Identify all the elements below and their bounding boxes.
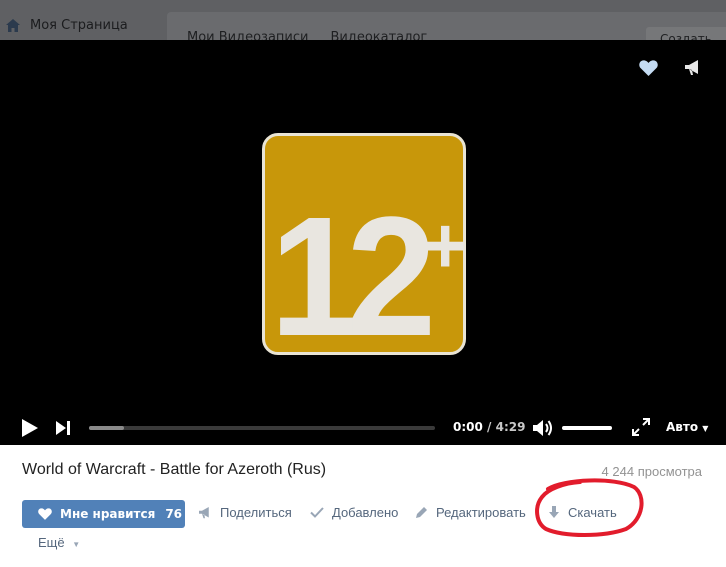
video-title: World of Warcraft - Battle for Azeroth (…: [22, 461, 327, 478]
sidebar-item-label: Моя Страница: [30, 17, 128, 33]
share-label: Поделиться: [220, 505, 292, 520]
like-count: 76: [165, 507, 183, 521]
home-icon: [6, 18, 20, 32]
quality-label: Авто: [666, 420, 699, 434]
added-button[interactable]: Добавлено: [310, 505, 398, 520]
share-button[interactable]: Поделиться: [198, 505, 292, 520]
age-rating-plus: +: [422, 201, 468, 290]
checkmark-icon: [310, 507, 324, 518]
quality-selector[interactable]: Авто ▼: [666, 420, 708, 434]
like-label: Мне нравится: [60, 507, 156, 521]
megaphone-icon: [199, 506, 209, 518]
play-icon[interactable]: [22, 419, 38, 437]
edit-button[interactable]: Редактировать: [415, 505, 526, 520]
video-player[interactable]: 12+ 0:00 / 4:29 Авто ▼: [0, 40, 726, 445]
more-dropdown[interactable]: Ещё ▼: [38, 535, 80, 550]
chevron-down-icon: ▼: [702, 424, 709, 433]
age-rating-number: 12: [269, 182, 436, 372]
heart-icon[interactable]: [639, 60, 658, 76]
like-button[interactable]: Мне нравится 76: [22, 500, 185, 528]
time-total: 4:29: [495, 420, 526, 434]
added-label: Добавлено: [332, 505, 399, 520]
time-display: 0:00 / 4:29: [453, 420, 525, 434]
heart-icon: [38, 508, 52, 520]
sidebar-item-my-page: Моя Страница: [0, 10, 160, 40]
megaphone-icon[interactable]: [684, 60, 702, 76]
chevron-down-icon: ▼: [72, 540, 81, 549]
volume-slider[interactable]: [562, 426, 612, 430]
progress-bar[interactable]: [89, 426, 435, 430]
red-circle-annotation: [535, 478, 644, 537]
pencil-icon: [416, 507, 427, 518]
progress-loaded: [89, 426, 124, 430]
time-current: 0:00: [453, 420, 483, 434]
fullscreen-icon[interactable]: [632, 418, 650, 436]
volume-icon[interactable]: [533, 419, 553, 437]
player-controls: 0:00 / 4:29 Авто ▼: [0, 410, 726, 444]
more-label: Ещё: [38, 535, 65, 550]
next-icon[interactable]: [56, 421, 70, 435]
time-separator: /: [482, 420, 496, 434]
edit-label: Редактировать: [436, 505, 526, 520]
age-rating-badge: 12+: [262, 133, 468, 372]
